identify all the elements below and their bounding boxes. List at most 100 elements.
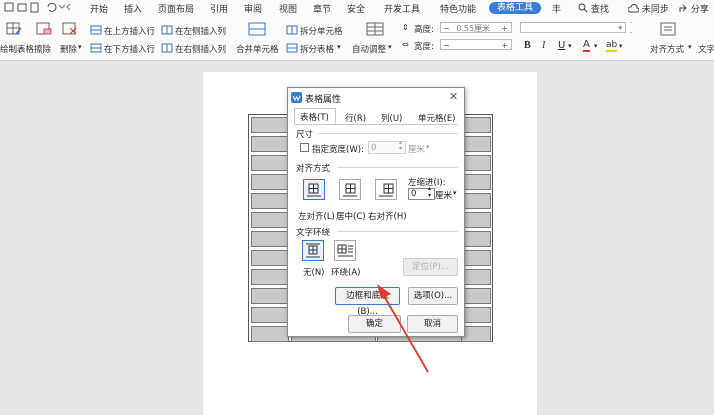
table-cell[interactable]: [461, 155, 491, 171]
table-cell[interactable]: [251, 269, 289, 285]
menu-overflow[interactable]: 丰: [552, 2, 561, 15]
dialog-title: 表格属性: [305, 95, 342, 105]
highlight-dropdown-icon[interactable]: ▾: [619, 42, 623, 50]
height-minus-icon[interactable]: −: [443, 24, 450, 33]
search-label: 查找: [590, 5, 609, 15]
text-direction-button[interactable]: 文字: [698, 43, 714, 55]
align-mode-dropdown-icon[interactable]: ▾: [688, 43, 692, 51]
dialog-close-icon[interactable]: ✕: [449, 90, 458, 103]
specify-width-checkbox[interactable]: [300, 143, 309, 152]
underline-button[interactable]: U: [558, 40, 565, 51]
split-cells-button[interactable]: 拆分单元格: [300, 25, 343, 37]
table-cell[interactable]: [251, 212, 289, 228]
merge-cells-button[interactable]: 合并单元格: [236, 43, 279, 55]
table-cell[interactable]: [461, 231, 491, 247]
font-color-dropdown-icon[interactable]: ▾: [594, 42, 598, 50]
table-cell[interactable]: [461, 269, 491, 285]
table-cell[interactable]: [461, 174, 491, 190]
insert-row-below-button[interactable]: 在下方插入行: [104, 43, 155, 55]
auto-fit-button[interactable]: 自动调整: [352, 43, 386, 55]
menu-review[interactable]: 审阅: [244, 2, 262, 15]
menu-reference[interactable]: 引用: [210, 2, 228, 15]
tab-table[interactable]: 表格(T): [294, 108, 336, 124]
align-center-option[interactable]: [339, 179, 361, 200]
table-cell[interactable]: [251, 307, 289, 323]
highlight-button[interactable]: ab: [606, 40, 618, 52]
table-cell[interactable]: [461, 117, 491, 133]
auto-fit-dropdown-icon[interactable]: ▾: [388, 43, 392, 51]
font-color-button[interactable]: A: [583, 40, 590, 52]
table-cell[interactable]: [251, 117, 289, 133]
table-cell[interactable]: [251, 231, 289, 247]
width-minus-icon[interactable]: −: [443, 41, 450, 50]
left-indent-input[interactable]: 0 ▴ ▾: [408, 186, 435, 200]
insert-col-right-button[interactable]: 在右侧插入列: [175, 43, 226, 55]
align-right-option[interactable]: [375, 179, 397, 200]
menu-insert[interactable]: 插入: [124, 2, 142, 15]
table-cell[interactable]: [251, 174, 289, 190]
draw-table-button[interactable]: 绘制表格: [0, 43, 34, 55]
table-cell[interactable]: [461, 193, 491, 209]
table-cell[interactable]: [461, 136, 491, 152]
position-button[interactable]: 定位(P)...: [403, 258, 458, 276]
toolbar-quick-icons[interactable]: [4, 1, 76, 16]
wrap-around-option[interactable]: [334, 240, 356, 261]
tab-column[interactable]: 列(U): [381, 112, 402, 124]
width-label: 宽度:: [414, 42, 434, 52]
table-width-input[interactable]: 0 ▴ ▾: [368, 140, 406, 154]
table-cell[interactable]: [461, 250, 491, 266]
table-cell[interactable]: [461, 307, 491, 323]
left-indent-spin-down-icon[interactable]: ▾: [428, 193, 431, 199]
align-left-option[interactable]: [303, 179, 325, 200]
table-cell[interactable]: [461, 326, 491, 342]
table-cell[interactable]: [251, 136, 289, 152]
table-width-value: 0: [371, 143, 377, 153]
height-input[interactable]: − 0.55厘米 +: [440, 22, 512, 33]
table-width-unit-dropdown-icon[interactable]: ▾: [426, 143, 430, 151]
table-cell[interactable]: [251, 326, 289, 342]
insert-row-below-icon: [90, 43, 102, 53]
font-size-select[interactable]: [630, 22, 632, 33]
table-cell[interactable]: [251, 193, 289, 209]
table-cell[interactable]: [251, 250, 289, 266]
menu-table-tools[interactable]: 表格工具: [489, 2, 542, 14]
font-name-dropdown-icon[interactable]: ▾: [618, 23, 622, 34]
align-mode-icon: [660, 22, 676, 36]
split-table-dropdown-icon[interactable]: ▾: [337, 43, 341, 51]
delete-button[interactable]: 删除: [60, 43, 77, 55]
erase-button[interactable]: 擦除: [34, 43, 51, 55]
table-cell[interactable]: [461, 212, 491, 228]
menu-special[interactable]: 特色功能: [440, 2, 476, 15]
quick-access-icon: [4, 2, 71, 13]
delete-dropdown-icon[interactable]: ▾: [78, 43, 82, 51]
menu-start[interactable]: 开始: [90, 2, 108, 15]
split-table-button[interactable]: 拆分表格: [300, 43, 334, 55]
menu-page-layout[interactable]: 页面布局: [158, 2, 194, 15]
align-mode-button[interactable]: 对齐方式: [650, 43, 684, 55]
delete-table-icon: [62, 22, 77, 35]
insert-col-left-button[interactable]: 在左侧插入列: [175, 25, 226, 37]
menu-chapter[interactable]: 章节: [313, 2, 331, 15]
insert-row-above-button[interactable]: 在上方插入行: [104, 25, 155, 37]
table-width-spin-down-icon[interactable]: ▾: [399, 146, 402, 152]
italic-button[interactable]: I: [542, 40, 545, 51]
menu-developer[interactable]: 开发工具: [384, 2, 420, 15]
wrap-none-option[interactable]: [302, 240, 324, 261]
font-name-select[interactable]: ▾: [520, 22, 626, 33]
height-plus-icon[interactable]: +: [501, 23, 508, 34]
menu-view[interactable]: 视图: [279, 2, 297, 15]
search-box[interactable]: 查找: [578, 2, 609, 15]
sync-status[interactable]: 未同步: [627, 2, 669, 15]
underline-dropdown-icon[interactable]: ▾: [568, 42, 572, 50]
menu-security[interactable]: 安全: [347, 2, 365, 15]
tab-cell[interactable]: 单元格(E): [418, 112, 456, 124]
left-indent-unit-dropdown-icon[interactable]: ▾: [453, 189, 457, 197]
width-plus-icon[interactable]: +: [501, 40, 508, 51]
table-cell[interactable]: [461, 288, 491, 304]
table-cell[interactable]: [251, 155, 289, 171]
width-input[interactable]: − +: [440, 39, 512, 50]
tab-row[interactable]: 行(R): [345, 112, 366, 124]
table-cell[interactable]: [251, 288, 289, 304]
bold-button[interactable]: B: [524, 40, 531, 51]
share-button[interactable]: 分享: [679, 2, 709, 15]
